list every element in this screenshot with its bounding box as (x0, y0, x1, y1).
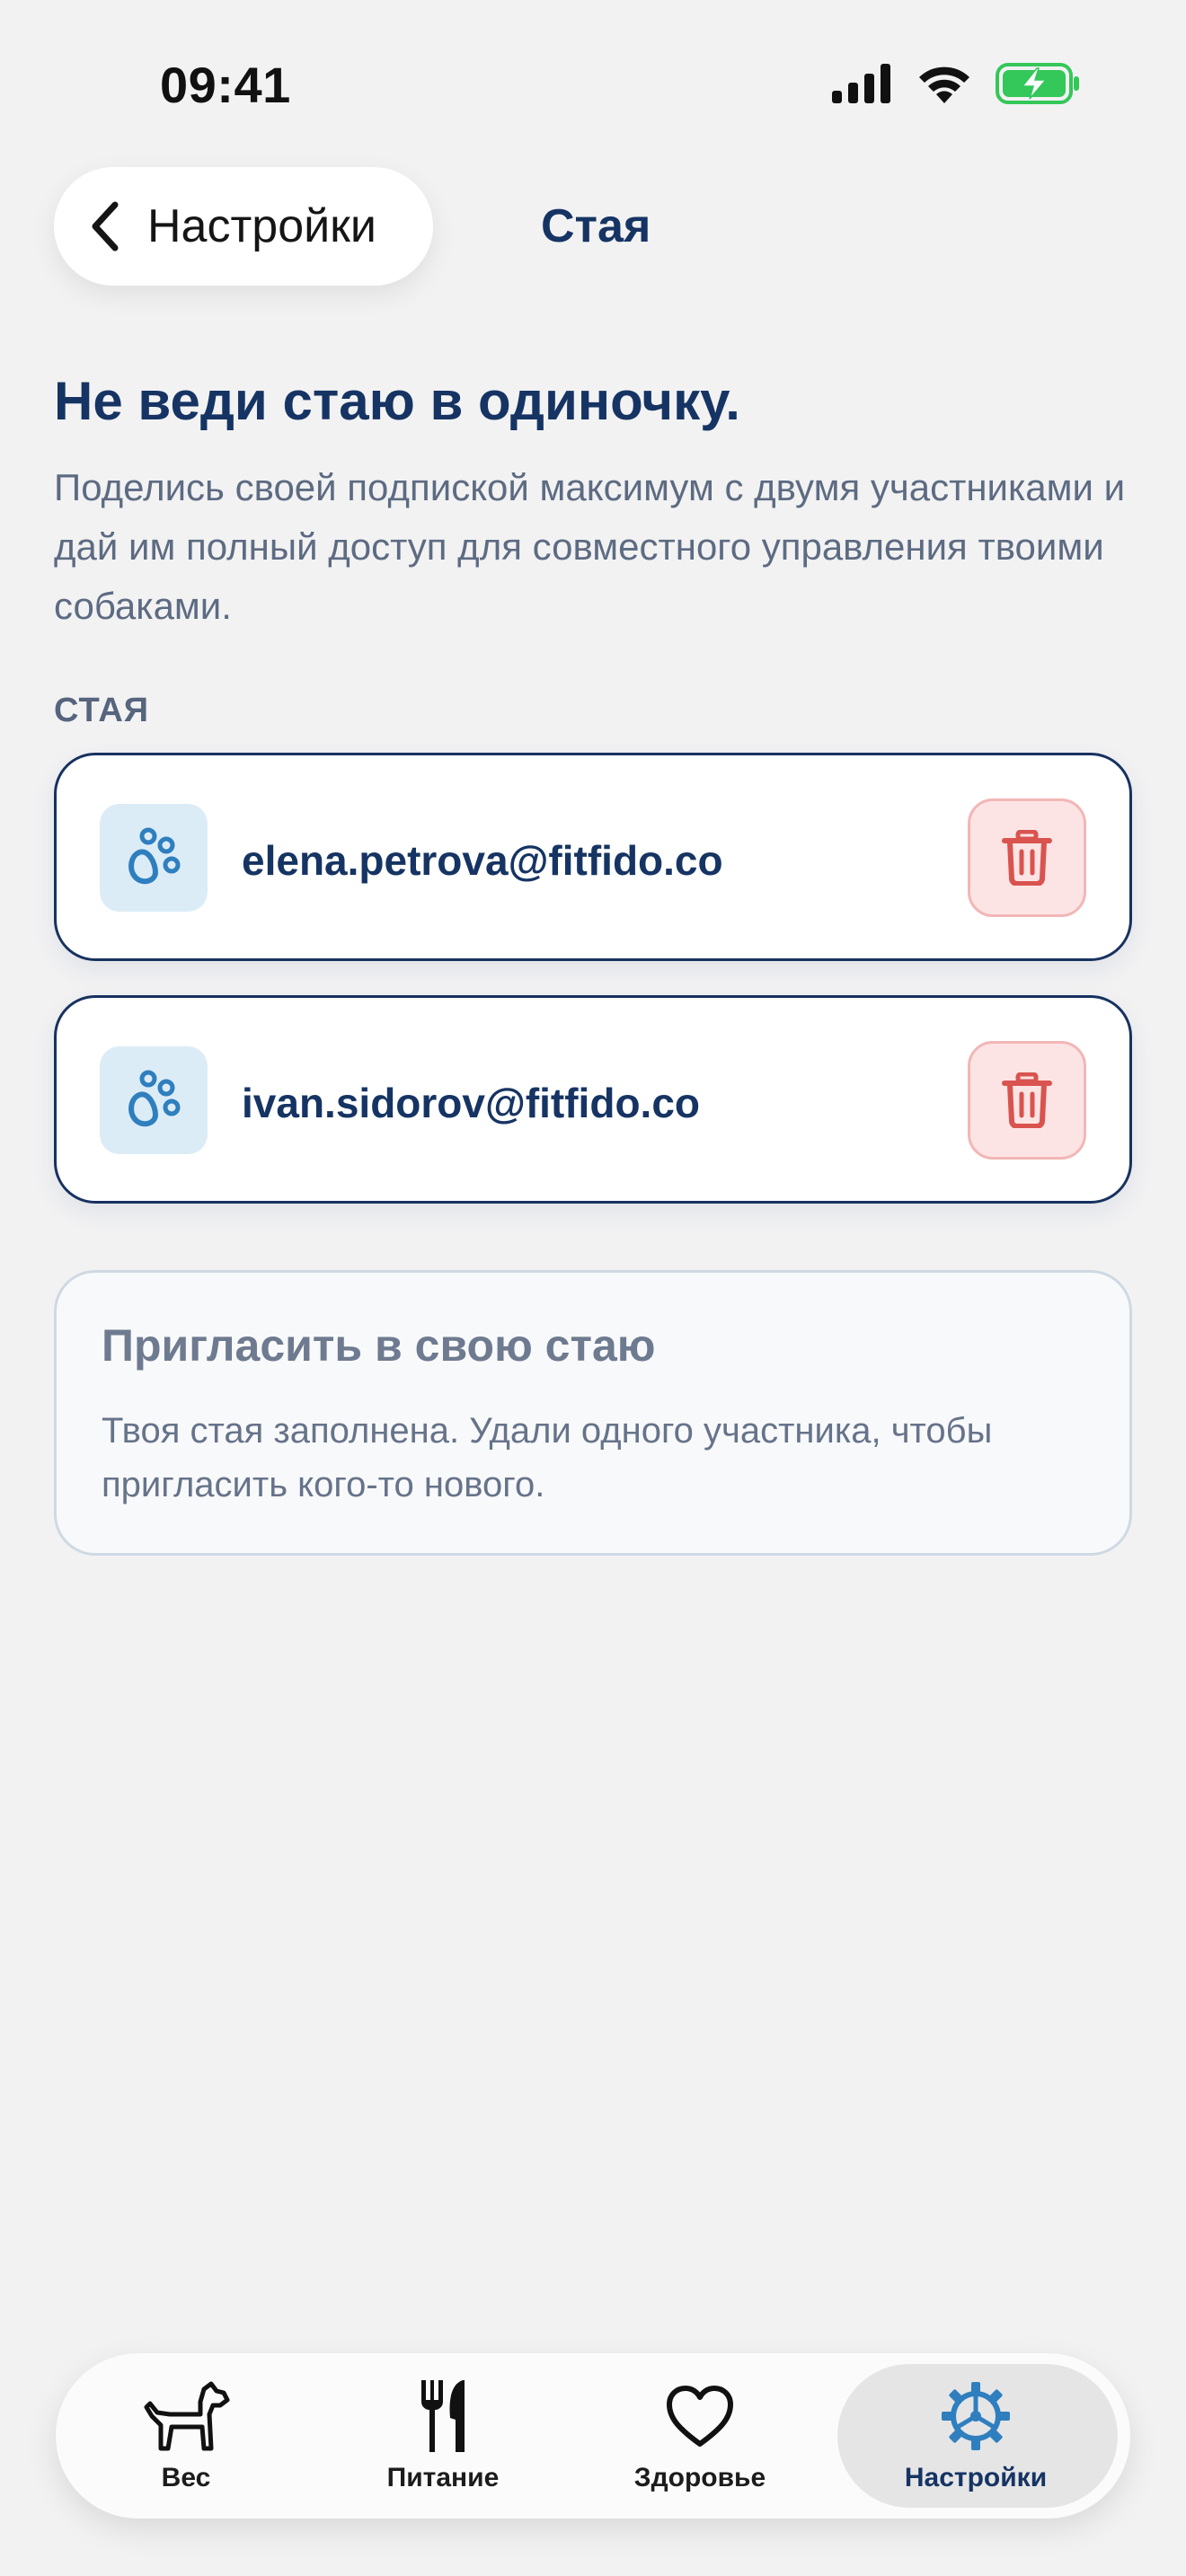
dog-icon (144, 2381, 230, 2451)
status-icons (832, 63, 1080, 104)
chevron-left-icon (92, 201, 119, 251)
tab-nutrition[interactable]: Питание (313, 2353, 573, 2519)
status-time: 09:41 (160, 57, 291, 113)
fork-knife-icon (421, 2380, 465, 2452)
settings-gear-icon (942, 2382, 1010, 2450)
member-email: elena.petrova@fitfido.co (242, 837, 723, 884)
tab-settings[interactable]: Настройки (836, 2353, 1116, 2519)
member-email: ivan.sidorov@fitfido.co (242, 1080, 700, 1126)
member-avatar (100, 1046, 208, 1154)
paw-icon (128, 1070, 181, 1127)
member-card: ivan.sidorov@fitfido.co (54, 995, 1132, 1204)
delete-member-button[interactable] (968, 798, 1086, 917)
tab-bar: Вес Питание Здоровье Настройки (56, 2353, 1130, 2519)
invite-card: Пригласить в свою стаю Твоя стая заполне… (54, 1270, 1132, 1556)
back-button[interactable]: Настройки (54, 167, 433, 286)
delete-member-button[interactable] (968, 1041, 1086, 1160)
intro-text: Поделись своей подпиской максимум с двум… (54, 466, 1126, 627)
intro-headline: Не веди стаю в одиночку. (54, 371, 740, 431)
page-title: Стая (541, 200, 651, 252)
invite-text: Твоя стая заполнена. Удали одного участн… (102, 1411, 993, 1504)
battery-charging-icon (996, 63, 1079, 104)
tab-label: Питание (386, 2463, 500, 2492)
heart-icon (667, 2386, 733, 2447)
tab-label: Настройки (904, 2463, 1048, 2492)
invite-title: Пригласить в свою стаю (102, 1320, 656, 1371)
tab-label: Здоровье (633, 2463, 766, 2492)
tab-health[interactable]: Здоровье (570, 2353, 830, 2519)
tab-label: Вес (161, 2463, 211, 2492)
cellular-signal-icon (832, 64, 890, 103)
member-card: elena.petrova@fitfido.co (54, 753, 1132, 961)
tab-weight[interactable]: Вес (56, 2353, 316, 2519)
paw-icon (128, 827, 181, 885)
member-avatar (100, 804, 208, 912)
screen: 09:41 Настройки Стая Не веди стаю в один… (0, 0, 1186, 2576)
trash-icon (1002, 830, 1052, 886)
wifi-icon (919, 66, 969, 103)
section-label-pack: СТАЯ (54, 692, 150, 729)
trash-icon (1002, 1072, 1052, 1128)
back-button-label: Настройки (147, 200, 376, 252)
